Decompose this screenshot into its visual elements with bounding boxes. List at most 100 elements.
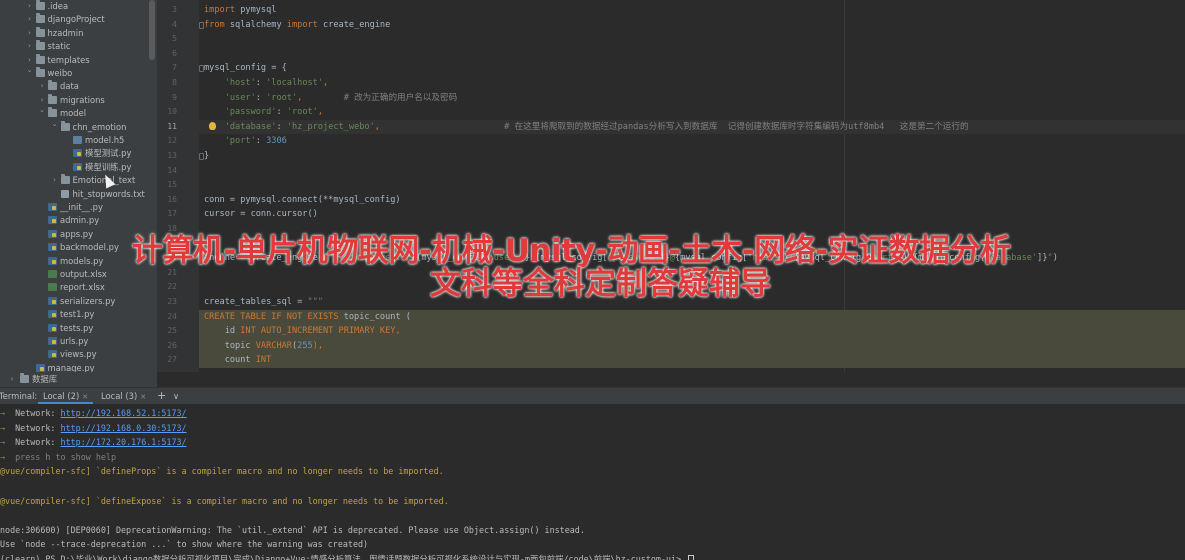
tree-item[interactable]: __init__.py [0,201,157,214]
chevron-right-icon[interactable]: › [26,27,34,40]
code-token: ]} [1037,253,1048,264]
tree-item[interactable]: 模型训练.py [0,161,157,174]
tree-item[interactable]: 模型测试.py [0,147,157,160]
tree-item-label: __init__.py [60,202,103,212]
code-token: INT AUTO_INCREMENT PRIMARY KEY [240,326,396,337]
chevron-right-icon[interactable]: › [8,373,16,386]
tree-item[interactable]: › hzadmin [0,26,157,40]
tree-item[interactable]: ⌄ model [0,104,157,120]
project-tree-panel: › .idea › djangoProject › hzadmin › static › temp… [0,0,157,388]
tree-item[interactable]: › Emotional_text [0,174,157,187]
tree-item-database[interactable]: › 数据库 [0,373,157,386]
chevron-down-icon[interactable]: ⌄ [51,118,59,131]
terminal-link[interactable]: http://172.20.176.1:5173/ [61,437,187,447]
folder-icon [48,107,57,118]
close-icon[interactable]: ✕ [140,393,146,401]
terminal-line: Use `node --trace-deprecation ...` to sh… [0,537,368,552]
tree-item[interactable]: ⌄ weibo [0,64,157,80]
tree-item-label: models.py [60,255,104,266]
close-icon[interactable]: ✕ [82,393,88,401]
line-number: 22 [167,282,177,292]
line-number: 9 [172,92,177,102]
tree-item-label: data [60,81,79,92]
line-number: 16 [167,194,177,204]
chevron-right-icon[interactable]: › [26,40,34,53]
terminal-text: @vue/compiler-sfc] [0,466,96,477]
code-editor[interactable]: 3 4 5 6 7 8 9 10 11 12 13 14 15 16 17 18 19 20 21 22 23 24 25 2… [157,0,1185,372]
terminal-line: @vue/compiler-sfc] `defineExpose` is a c… [0,494,449,509]
tree-item[interactable]: urls.py [0,335,157,348]
tree-item-label: weibo [47,68,73,78]
h5-file-icon [73,136,82,144]
tree-item-label: 模型测试.py [85,148,132,159]
folder-icon [48,93,57,104]
terminal-link[interactable]: http://192.168.0.30:5173/ [61,423,187,433]
terminal-line: (clearn) PS D:\毕业\Work\django数据分析可视化项目\完… [0,552,695,560]
terminal-text: Network: [15,408,61,418]
tree-item[interactable]: report.xlsx [0,281,157,294]
line-number: 7 [172,63,177,73]
tab-local-3[interactable]: Local (3) ✕ [96,388,151,404]
terminal-link[interactable]: http://192.168.52.1:5173/ [61,408,187,418]
tree-item[interactable]: › migrations [0,93,157,107]
terminal-text: Network: [15,437,61,448]
tree-item[interactable]: test1.py [0,308,157,321]
terminal-text: Network: [15,422,61,433]
tree-item[interactable]: › templates [0,53,157,67]
code-token: 'localhost' [266,78,324,88]
code-line: cursor = conn.cursor() [204,207,318,222]
code-token: topic [204,340,256,351]
py-file-icon [73,162,82,171]
tree-item[interactable]: views.py [0,348,157,361]
terminal-tab-bar: Terminal: Local (2) ✕ Local (3) ✕ + ∨ [0,388,1185,404]
tree-scrollbar[interactable] [149,0,155,60]
chevron-down-icon[interactable]: ⌄ [38,104,46,117]
code-token: , [323,78,329,88]
py-file-icon [35,363,45,372]
tree-item[interactable]: serializers.py [0,295,157,308]
tree-item[interactable]: model.h5 [0,134,157,147]
tree-item[interactable]: › djangoProject [0,13,157,26]
folder-icon [35,53,45,64]
line-number: 11 [167,121,177,131]
project-tree-bottom: › 数据库 [0,372,157,388]
chevron-right-icon[interactable]: › [38,80,46,93]
code-token: CREATE TABLE IF NOT EXISTS [204,311,339,322]
code-token: # 在这里将爬取到的数据经过pandas分析写入到数据库 记得创建数据库时字符集… [379,121,969,132]
folder-icon [35,67,45,77]
terminal-dropdown-button[interactable]: ∨ [168,388,184,404]
chevron-down-icon[interactable]: ⌄ [26,64,34,77]
tree-item[interactable]: ⌄ chn_emotion [0,118,157,134]
py-file-icon [48,337,57,345]
chevron-right-icon[interactable]: › [26,13,34,26]
code-line: id INT AUTO_INCREMENT PRIMARY KEY, [204,324,401,339]
line-number: 3 [172,5,177,14]
folder-icon [20,373,29,383]
tree-item[interactable]: › .idea [0,0,157,13]
line-number: 23 [167,297,177,306]
chevron-right-icon[interactable]: › [51,174,59,187]
code-line: 'user': 'root', # 改为正确的用户名以及密码 [204,91,458,106]
line-number: 27 [167,355,177,365]
chevron-right-icon[interactable]: › [26,0,34,13]
terminal-text: (clearn) PS D:\毕业\Work\django数据分析可视化项目\完… [0,554,687,560]
code-token: : [255,78,267,88]
code-token: # 改为正确的用户名以及密码 [302,92,458,103]
terminal-text: → [0,422,16,433]
code-token: 'root' [266,92,298,103]
tree-item[interactable]: hit_stopwords.txt [0,188,157,201]
tree-item[interactable]: › static [0,40,157,53]
code-token: : [276,107,287,118]
tree-item[interactable]: › data [0,80,157,93]
tree-item[interactable]: tests.py [0,322,157,335]
tree-item-label: apps.py [60,228,94,239]
tab-local-2[interactable]: Local (2) ✕ [38,388,94,404]
line-number: 24 [167,311,177,321]
lightbulb-icon[interactable] [209,122,216,130]
code-token: mysql_config = { [204,63,287,74]
terminal-line: @vue/compiler-sfc] `defineProps` is a co… [0,464,444,479]
terminal-output[interactable]: → Network: http://192.168.52.1:5173/→ Ne… [0,404,1185,560]
code-token: , [395,326,401,337]
